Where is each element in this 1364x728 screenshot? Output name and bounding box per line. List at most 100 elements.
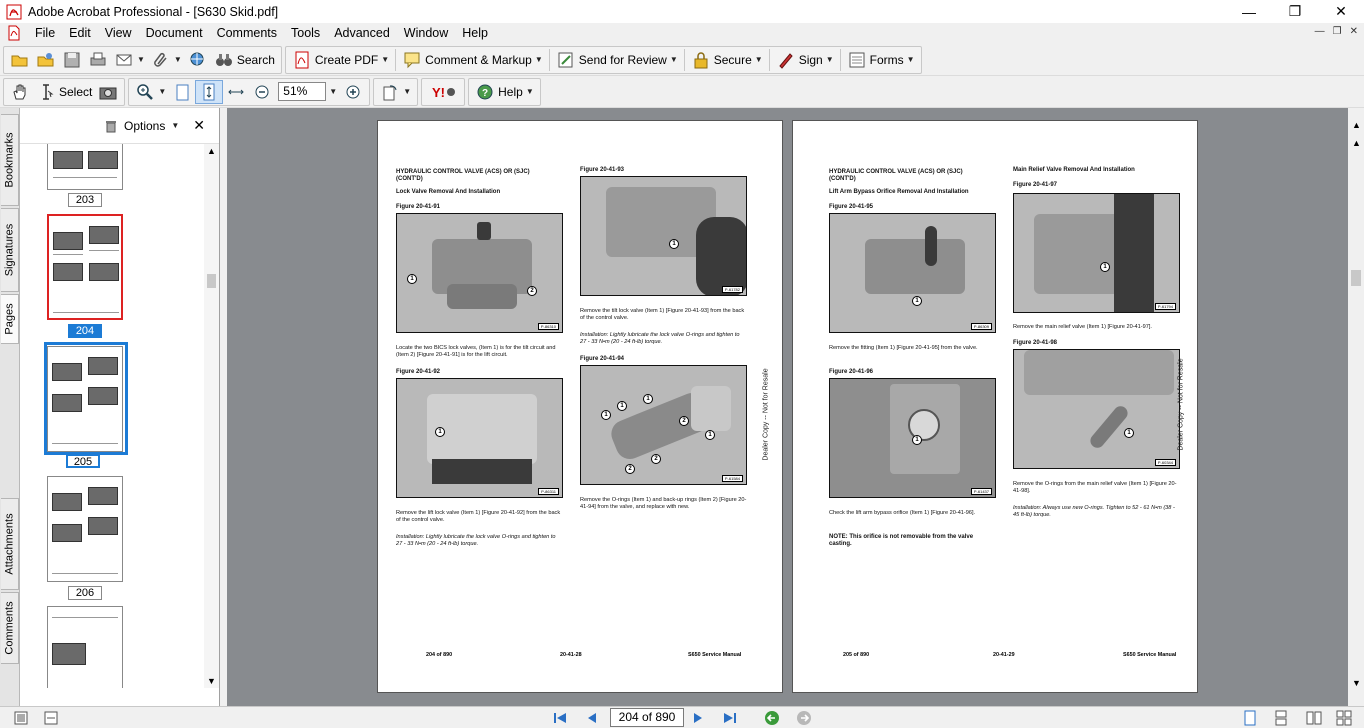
page-thumbnail-204[interactable] xyxy=(47,214,123,320)
scroll-up-icon[interactable]: ▲ xyxy=(207,146,216,156)
trash-icon[interactable] xyxy=(104,119,118,133)
doc-scroll-thumb[interactable] xyxy=(1351,270,1361,286)
create-pdf-icon xyxy=(295,51,309,68)
close-panel-icon[interactable]: ✕ xyxy=(193,117,205,134)
doc-scroll-down-icon[interactable]: ▼ xyxy=(1352,678,1361,688)
single-page-layout-icon[interactable] xyxy=(1243,710,1257,726)
page-number-field[interactable]: 204 of 890 xyxy=(610,708,684,727)
menu-tools[interactable]: Tools xyxy=(284,23,327,43)
page-thumbnail-206[interactable] xyxy=(47,476,123,582)
options-menu[interactable]: Options ▼ xyxy=(104,119,179,133)
zoom-in-button[interactable] xyxy=(340,80,366,104)
page-footer-number: 204 of 890 xyxy=(426,652,453,658)
panel-icon[interactable] xyxy=(44,711,58,725)
help-button[interactable]: ? Help ▼ xyxy=(472,80,537,104)
tab-comments[interactable]: Comments xyxy=(1,592,19,664)
page-label-203[interactable]: 203 xyxy=(68,193,102,207)
document-view[interactable]: HYDRAULIC CONTROL VALVE (ACS) OR (SJC) (… xyxy=(227,108,1348,706)
view-icon[interactable] xyxy=(14,711,28,725)
zoom-in-tool-button[interactable]: ▼ xyxy=(132,80,169,104)
next-page-button[interactable] xyxy=(690,710,706,726)
paperclip-icon xyxy=(154,52,167,67)
rotate-button[interactable]: ▼ xyxy=(377,80,414,104)
page-icon xyxy=(176,84,189,100)
minimize-button[interactable]: — xyxy=(1226,0,1272,23)
tab-attachments[interactable]: Attachments xyxy=(1,498,19,590)
menu-document[interactable]: Document xyxy=(139,23,210,43)
tab-pages[interactable]: Pages xyxy=(1,294,19,344)
menu-help[interactable]: Help xyxy=(455,23,495,43)
page-thumbnail-207[interactable] xyxy=(47,606,123,688)
pen-sign-icon xyxy=(779,52,793,69)
select-tool-button[interactable]: Select xyxy=(33,80,95,104)
fit-width-button[interactable] xyxy=(223,80,249,104)
save-button[interactable] xyxy=(59,48,85,72)
go-forward-button[interactable] xyxy=(796,710,812,726)
figure-photo-91: 1 2 P-86310 xyxy=(396,213,563,333)
hand-tool-button[interactable] xyxy=(7,80,33,104)
menu-window[interactable]: Window xyxy=(397,23,455,43)
page-label-205[interactable]: 205 xyxy=(66,454,100,468)
web-search-button[interactable] xyxy=(185,48,211,72)
doc-restore-button[interactable]: ❐ xyxy=(1333,26,1342,37)
navigation-tabs: Bookmarks Signatures Pages Attachments C… xyxy=(0,108,20,706)
first-page-button[interactable] xyxy=(552,710,568,726)
go-back-button[interactable] xyxy=(764,710,780,726)
menu-advanced[interactable]: Advanced xyxy=(327,23,397,43)
actual-size-button[interactable] xyxy=(169,80,195,104)
menu-edit[interactable]: Edit xyxy=(62,23,98,43)
previous-page-button[interactable] xyxy=(584,710,600,726)
rotate-page-icon xyxy=(383,84,397,100)
secure-button[interactable]: Secure ▼ xyxy=(688,48,766,72)
continuous-layout-icon[interactable] xyxy=(1274,710,1288,726)
paragraph: Remove the lift lock valve (Item 1) [Fig… xyxy=(396,510,561,523)
document-icon[interactable] xyxy=(6,25,22,41)
tab-signatures[interactable]: Signatures xyxy=(1,208,19,292)
menu-comments[interactable]: Comments xyxy=(210,23,284,43)
yahoo-search-button[interactable]: Y! xyxy=(425,80,461,104)
zoom-out-icon xyxy=(255,85,269,98)
fit-page-button[interactable] xyxy=(195,79,224,104)
document-scrollbar[interactable]: ▲ ▲ ▼ xyxy=(1348,108,1364,706)
print-button[interactable] xyxy=(85,48,111,72)
thumbnail-scroll-thumb[interactable] xyxy=(207,274,216,288)
doc-scroll-up-icon[interactable]: ▲ xyxy=(1352,120,1361,130)
search-button[interactable]: Search xyxy=(211,48,278,72)
tab-bookmarks[interactable]: Bookmarks xyxy=(1,114,19,206)
last-page-button[interactable] xyxy=(722,710,738,726)
go-forward-icon xyxy=(797,711,811,725)
file-toolbar: ▼ ▼ Search Create PDF ▼ Comment & Markup ▼… xyxy=(0,44,1364,76)
figure-label: Figure 20-41-94 xyxy=(580,356,625,362)
organizer-button[interactable] xyxy=(33,48,59,72)
page-footer-section: 20-41-28 xyxy=(560,652,582,658)
send-for-review-button[interactable]: Send for Review ▼ xyxy=(553,48,681,72)
close-button[interactable]: ✕ xyxy=(1318,0,1364,23)
open-button[interactable] xyxy=(7,48,33,72)
menu-view[interactable]: View xyxy=(98,23,139,43)
page-thumbnail-205[interactable] xyxy=(47,346,123,452)
figure-code: P-61437 xyxy=(970,488,992,495)
attach-button[interactable]: ▼ xyxy=(148,48,185,72)
snapshot-button[interactable] xyxy=(95,80,121,104)
page-thumbnail-203[interactable] xyxy=(47,144,123,190)
page-label-204[interactable]: 204 xyxy=(68,324,102,338)
help-label: Help xyxy=(498,84,523,99)
continuous-facing-layout-icon[interactable] xyxy=(1336,710,1352,726)
restore-button[interactable]: ❐ xyxy=(1272,0,1318,23)
email-button[interactable]: ▼ xyxy=(111,48,148,72)
doc-close-button[interactable]: ✕ xyxy=(1350,26,1358,37)
doc-minimize-button[interactable]: — xyxy=(1315,26,1325,37)
sign-button[interactable]: Sign ▼ xyxy=(773,48,837,72)
comment-markup-button[interactable]: Comment & Markup ▼ xyxy=(399,48,546,72)
zoom-out-button[interactable] xyxy=(249,80,275,104)
zoom-level-select[interactable]: 51% ▼ xyxy=(275,80,340,104)
forms-button[interactable]: Forms ▼ xyxy=(844,48,918,72)
menu-file[interactable]: File xyxy=(28,23,62,43)
doc-scroll-up-icon-2[interactable]: ▲ xyxy=(1352,138,1361,148)
page-label-206[interactable]: 206 xyxy=(68,586,102,600)
create-pdf-button[interactable]: Create PDF ▼ xyxy=(289,48,392,72)
facing-layout-icon[interactable] xyxy=(1306,710,1322,726)
scroll-down-icon[interactable]: ▼ xyxy=(207,676,216,686)
thumbnail-scrollbar[interactable]: ▲ ▼ xyxy=(204,144,219,688)
acrobat-app-icon xyxy=(6,4,22,19)
